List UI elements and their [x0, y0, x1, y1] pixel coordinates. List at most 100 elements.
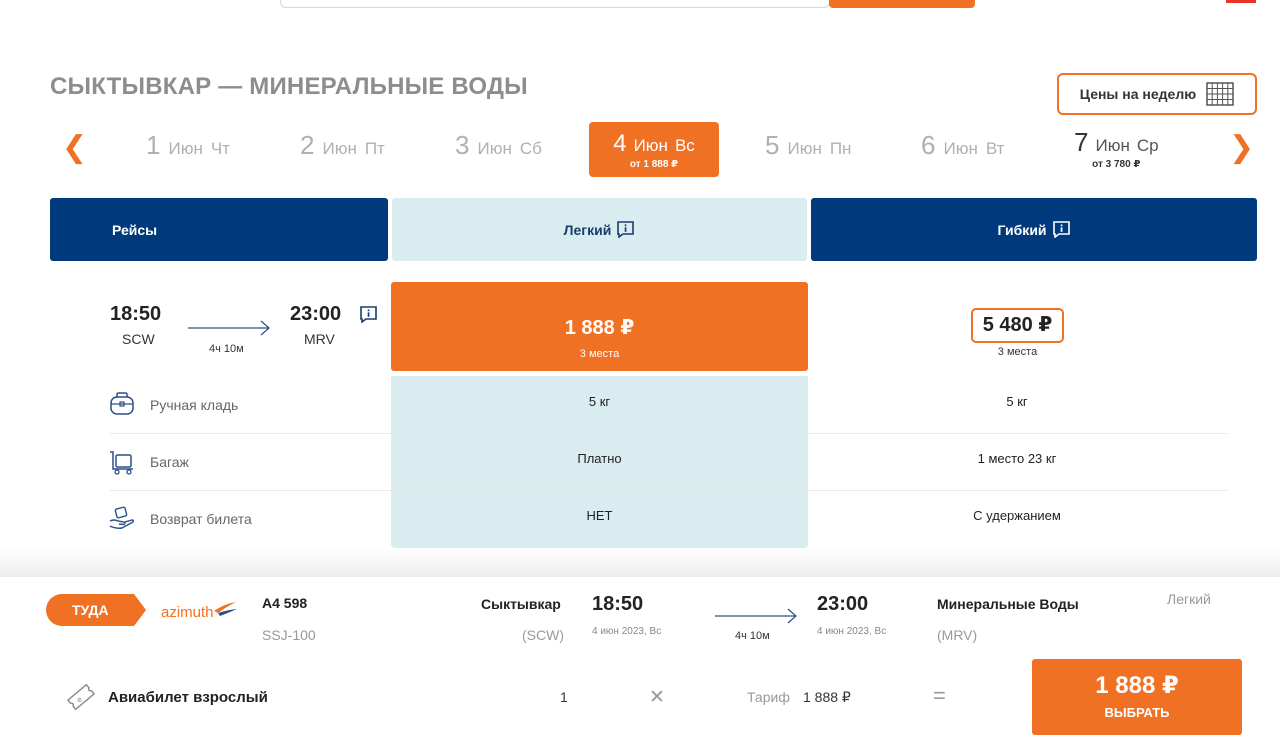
total-price: 1 888 ₽ [1095, 672, 1179, 699]
summary-shadow [0, 548, 1280, 578]
flex-fare-header: Гибкий [811, 198, 1257, 261]
summary-arrival-time: 23:00 [817, 593, 869, 615]
day-number: 1 [146, 130, 161, 160]
airline-logo: azimuth [161, 602, 237, 621]
feature-label: Возврат билета [150, 511, 252, 527]
search-button-edge[interactable] [829, 0, 975, 8]
departure-code: SCW [122, 331, 155, 347]
next-dates-arrow[interactable]: ❯ [1229, 130, 1254, 165]
flight-number: A4 598 [262, 595, 308, 611]
row-divider [110, 433, 1227, 434]
arrival-time: 23:00 [290, 303, 342, 325]
day-number: 5 [765, 130, 780, 160]
flights-column-header: Рейсы [50, 198, 388, 261]
select-button-label: ВЫБРАТЬ [1104, 705, 1170, 720]
day-number: 3 [455, 130, 470, 160]
day-weekday: Ср [1136, 136, 1159, 155]
day-number: 6 [921, 130, 936, 160]
date-tab-5[interactable]: 5 Июн Пн [765, 130, 851, 161]
info-icon[interactable] [1052, 221, 1071, 238]
light-refund-value: НЕТ [586, 508, 613, 523]
day-month: Июн [787, 139, 822, 158]
flex-seats: 3 места [997, 346, 1038, 358]
airline-logo-text: azimuth [161, 604, 214, 621]
day-weekday: Пт [364, 139, 385, 158]
flight-info-icon[interactable] [359, 306, 378, 323]
date-tab-6[interactable]: 6 Июн Вт [921, 130, 1004, 161]
day-weekday: Вт [985, 139, 1005, 158]
route-title: СЫКТЫВКАР — МИНЕРАЛЬНЫЕ ВОДЫ [50, 73, 528, 100]
day-weekday: Вс [674, 136, 695, 155]
origin-city: Сыктывкар [481, 596, 561, 612]
tariff-label: Тариф [747, 689, 790, 705]
ticket-icon: e [66, 683, 96, 711]
light-header-label: Легкий [563, 221, 612, 238]
light-baggage-value: Платно [577, 451, 622, 466]
arrival-code: MRV [304, 331, 335, 347]
departure-time: 18:50 [110, 303, 162, 325]
flight-arrow-icon [188, 320, 270, 336]
light-fare-header: Легкий [392, 198, 807, 261]
day-weekday: Чт [210, 139, 230, 158]
calendar-grid-icon [1206, 82, 1234, 106]
tariff-value: 1 888 ₽ [803, 689, 851, 705]
flex-refund-value: С удержанием [973, 508, 1061, 523]
flex-hand-luggage-value: 5 кг [1006, 394, 1028, 409]
destination-code: (MRV) [937, 627, 978, 643]
date-tab-3[interactable]: 3 Июн Сб [455, 130, 542, 161]
info-icon[interactable] [616, 221, 635, 238]
day-weekday: Сб [519, 139, 542, 158]
day-month: Июн [1095, 136, 1130, 155]
day-min-price: от 1 888 ₽ [629, 159, 679, 170]
date-tab-1[interactable]: 1 Июн Чт [146, 130, 230, 161]
equals-icon: = [933, 683, 946, 708]
ticket-refund-icon [109, 506, 135, 529]
feature-label: Ручная кладь [150, 397, 239, 413]
summary-duration: 4ч 10м [735, 630, 770, 642]
flex-baggage-value: 1 место 23 кг [977, 451, 1057, 466]
flex-header-label: Гибкий [997, 221, 1047, 238]
light-seats: 3 места [579, 348, 620, 360]
summary-arrival-date: 4 июн 2023, Вс [817, 626, 887, 637]
direction-badge: ТУДА [46, 594, 146, 626]
date-tab-2[interactable]: 2 Июн Пт [300, 130, 385, 161]
day-month: Июн [633, 136, 668, 155]
header-flag-edge [1226, 0, 1256, 3]
flight-duration: 4ч 10м [209, 343, 244, 355]
summary-departure-time: 18:50 [592, 593, 644, 615]
flex-fare-price-button[interactable]: 5 480 ₽ [971, 308, 1064, 343]
select-button[interactable]: 1 888 ₽ ВЫБРАТЬ [1032, 659, 1242, 735]
flights-header-label: Рейсы [112, 221, 158, 238]
feature-label: Багаж [150, 454, 189, 470]
ticket-quantity: 1 [560, 689, 568, 705]
day-number: 2 [300, 130, 315, 160]
hand-luggage-icon [110, 392, 134, 415]
date-tab-7[interactable]: 7 Июн Ср от 3 780 ₽ [1074, 127, 1159, 170]
summary-flight-arrow-icon [715, 608, 797, 624]
light-hand-luggage-value: 5 кг [588, 394, 611, 409]
date-tab-4-selected[interactable]: 4 Июн Вс от 1 888 ₽ [589, 122, 719, 177]
day-month: Июн [168, 139, 203, 158]
row-divider [110, 490, 1227, 491]
origin-code: (SCW) [522, 627, 564, 643]
search-input-edge[interactable] [280, 0, 830, 8]
multiply-icon: ✕ [649, 687, 665, 708]
day-min-price: от 3 780 ₽ [1092, 159, 1141, 170]
day-month: Июн [477, 139, 512, 158]
light-price: 1 888 ₽ [564, 317, 635, 339]
aircraft-type: SSJ-100 [262, 627, 316, 643]
day-number: 7 [1074, 127, 1089, 157]
prev-dates-arrow[interactable]: ❮ [62, 130, 87, 165]
day-month: Июн [322, 139, 357, 158]
day-month: Июн [943, 139, 978, 158]
week-prices-button[interactable]: Цены на неделю [1057, 73, 1257, 115]
day-weekday: Пн [829, 139, 852, 158]
week-prices-label: Цены на неделю [1079, 86, 1197, 102]
baggage-cart-icon [110, 451, 133, 475]
destination-city: Минеральные Воды [937, 596, 1079, 612]
light-fare-price-button[interactable]: 1 888 ₽ 3 места [391, 282, 808, 371]
day-number: 4 [613, 130, 627, 157]
ticket-type-label: Авиабилет взрослый [108, 689, 268, 706]
summary-departure-date: 4 июн 2023, Вс [592, 626, 662, 637]
selected-fare-name: Легкий [1167, 591, 1211, 607]
